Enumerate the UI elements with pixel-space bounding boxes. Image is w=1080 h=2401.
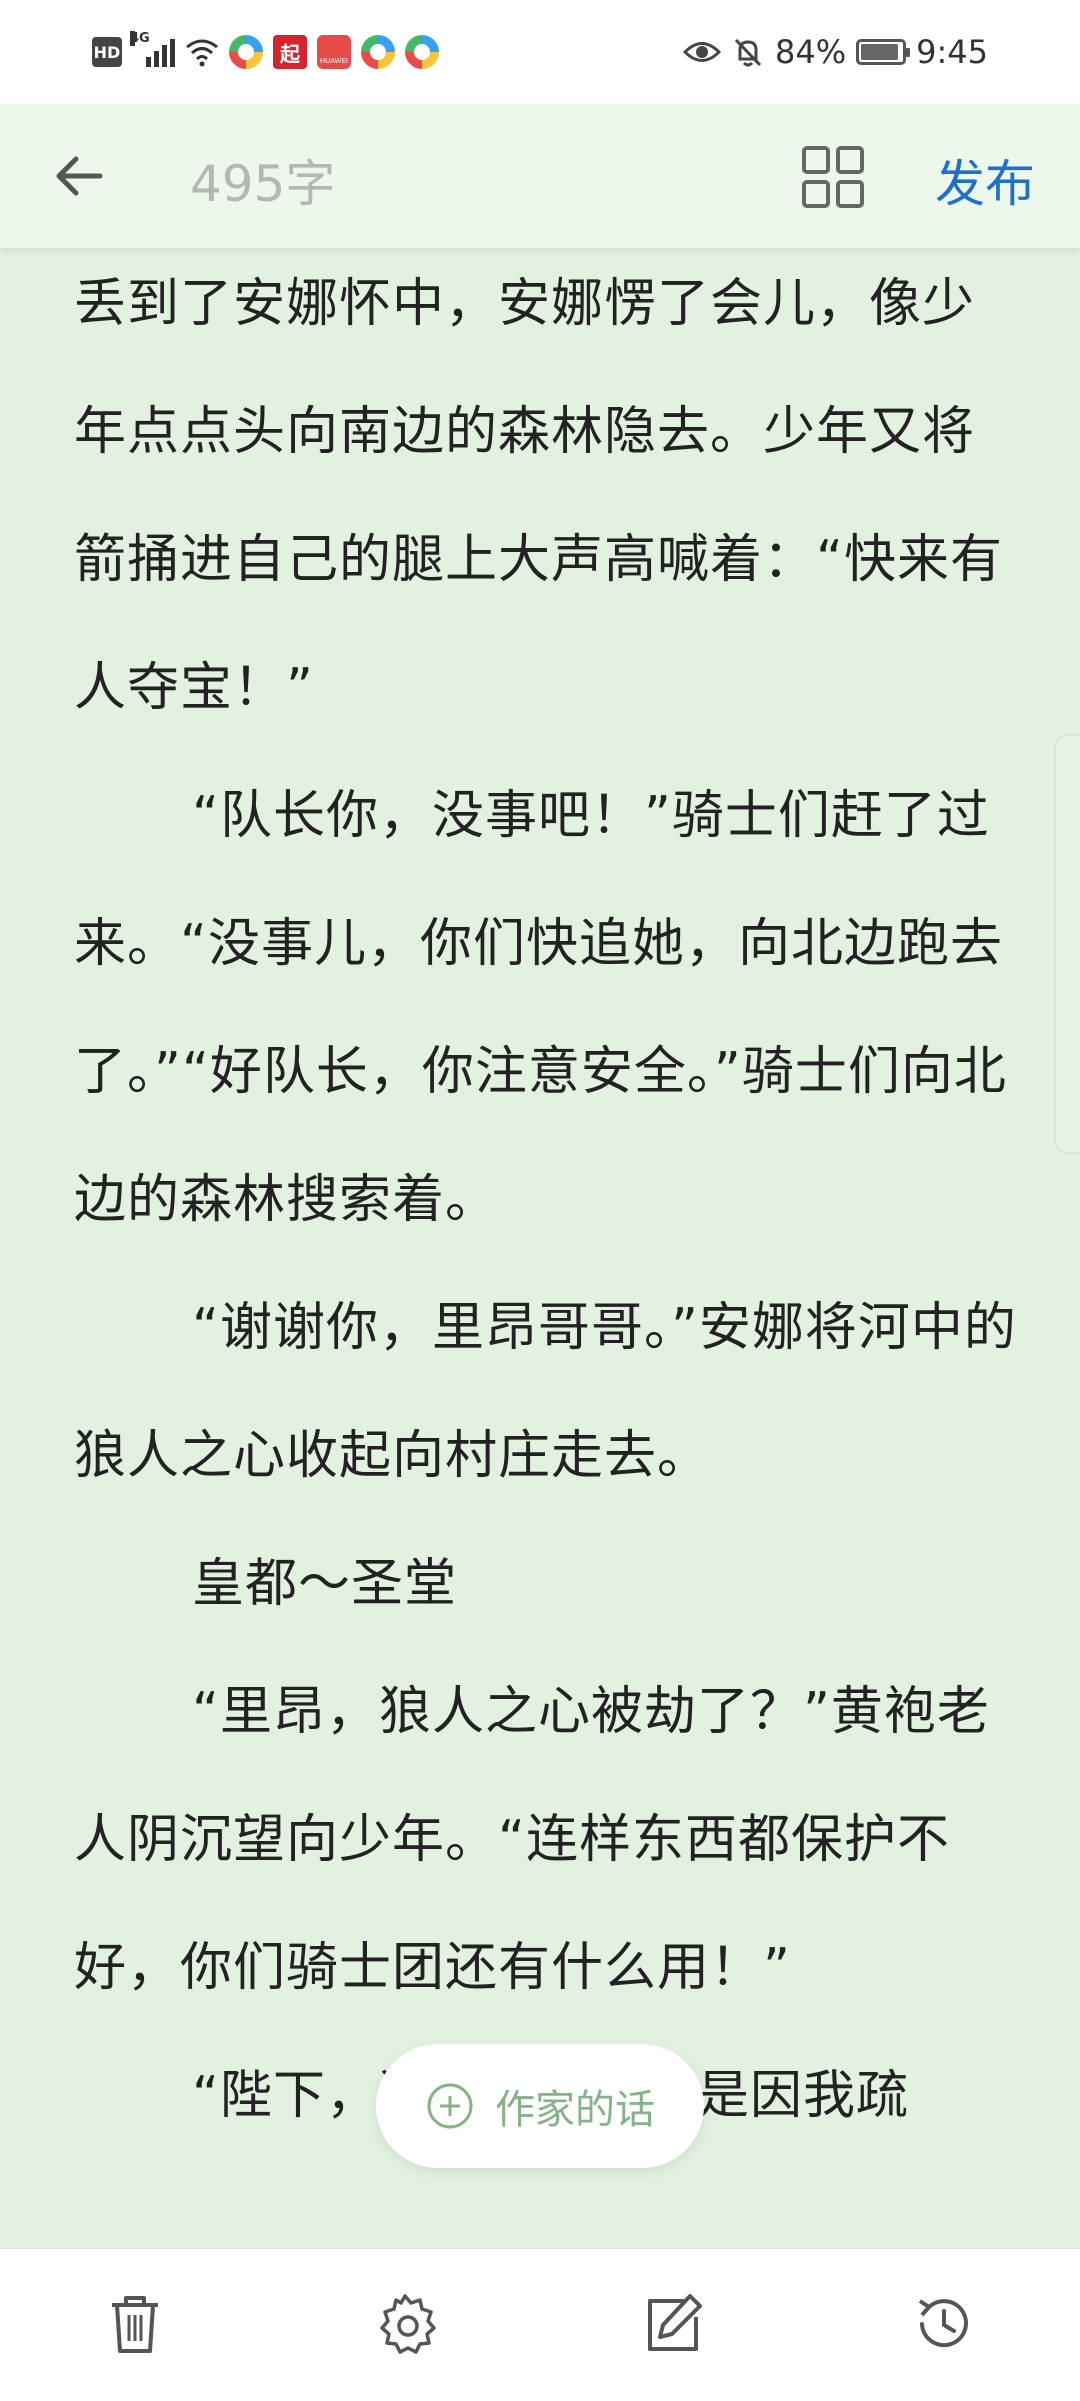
- trash-icon[interactable]: [102, 2291, 168, 2357]
- editor-toolbar: 495字 发布: [0, 104, 1080, 248]
- chapter-text-editor[interactable]: 丢到了安娜怀中，安娜愣了会儿，像少年点点头向南边的森林隐去。少年又将箭捅进自己的…: [0, 248, 1080, 2246]
- hd-icon: HD: [92, 37, 122, 67]
- plus-circle-icon: [427, 2083, 473, 2129]
- publish-button[interactable]: 发布: [935, 144, 1035, 216]
- signal-4g-label: 4G: [130, 31, 150, 46]
- grid-icon[interactable]: [800, 144, 866, 210]
- clock: 9:45: [916, 33, 988, 71]
- battery-icon: [856, 39, 911, 65]
- settings-gear-icon[interactable]: [372, 2291, 438, 2357]
- word-count: 495字: [190, 155, 336, 213]
- bottom-toolbar: [0, 2248, 1080, 2401]
- status-right-icons: 84% 9:45: [683, 33, 988, 71]
- bell-off-icon: [734, 38, 762, 67]
- battery-percent: 84%: [775, 33, 847, 71]
- author-note-button[interactable]: 作家的话: [376, 2044, 704, 2168]
- history-icon[interactable]: [910, 2291, 976, 2357]
- wifi-icon: [186, 39, 218, 67]
- signal-icon: 4G: [130, 31, 175, 67]
- huawei-app-icon: HUAWEI: [317, 35, 351, 69]
- paragraph: 丢到了安娜怀中，安娜愣了会儿，像少年点点头向南边的森林隐去。少年又将箭捅进自己的…: [74, 274, 1003, 718]
- paragraph: “里昂，狼人之心被劫了？”黄袍老人阴沉望向少年。“连样东西都保护不好，你们骑士团…: [74, 1682, 990, 1998]
- app-icon: [361, 35, 395, 69]
- status-left-icons: HD 4G 起 HUAWEI: [92, 31, 439, 69]
- paragraph: “队长你，没事吧！”骑士们赶了过来。“没事儿，你们快追她，向北边跑去了。”“好队…: [74, 786, 1007, 1230]
- paragraph: 皇都～圣堂: [192, 1554, 458, 1614]
- eye-icon: [683, 42, 722, 62]
- edit-icon[interactable]: [640, 2291, 706, 2357]
- paragraph: “谢谢你，里昂哥哥。”安娜将河中的狼人之心收起向村庄走去。: [74, 1298, 1017, 1486]
- scroll-handle[interactable]: [1054, 734, 1080, 1154]
- status-bar: HD 4G 起 HUAWEI 84% 9:45: [0, 0, 1080, 104]
- qidian-app-icon: 起: [273, 35, 307, 69]
- app-icon: [229, 35, 263, 69]
- arrow-left-icon[interactable]: [50, 146, 110, 206]
- app-icon: [405, 35, 439, 69]
- author-note-label: 作家的话: [495, 2087, 655, 2133]
